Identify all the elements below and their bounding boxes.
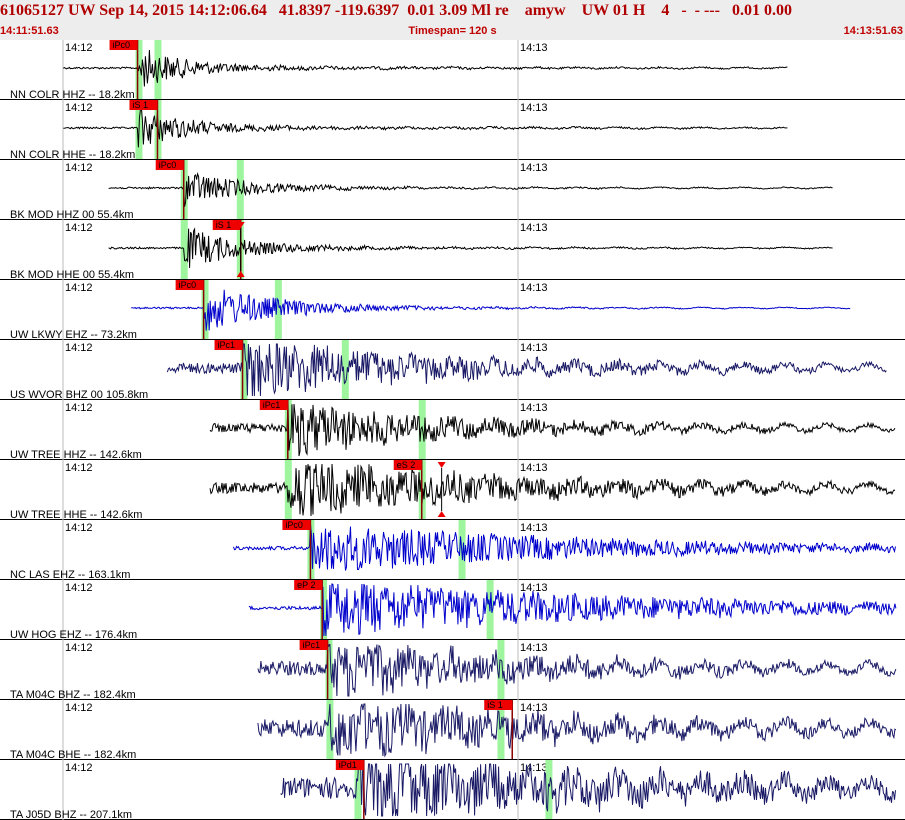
pick-label: iPc0 (179, 280, 197, 290)
time-tick-label: 14:13 (520, 642, 548, 654)
waveform (257, 643, 897, 697)
trace-row[interactable]: 14:12 14:13 eS 2 UW TREE HHE -- 142.6km (0, 460, 905, 521)
trace-row[interactable]: 14:12 14:13 iPc0 UW LKWY EHZ -- 73.2km (0, 280, 905, 341)
trace-row[interactable]: 14:12 14:13 iS 1 NN COLR HHE -- 18.2km (0, 100, 905, 161)
pick-label: iPc0 (285, 520, 303, 530)
waveform (233, 523, 896, 571)
trace-label: UW HOG EHZ -- 176.4km (10, 629, 137, 641)
time-tick-label: 14:12 (65, 342, 93, 354)
phase-window (180, 220, 188, 279)
time-tick-label: 14:12 (65, 522, 93, 534)
time-tick-label: 14:13 (520, 222, 548, 234)
time-tick-label: 14:13 (520, 522, 548, 534)
trace-label: UW LKWY EHZ -- 73.2km (10, 329, 137, 341)
time-tick-label: 14:13 (520, 162, 548, 174)
trace-row[interactable]: 14:12 14:13 iS 1 TA M04C BHE -- 182.4km (0, 700, 905, 761)
pick-label: iS 1 (216, 220, 232, 230)
waveform (209, 463, 896, 517)
time-tick-label: 14:12 (65, 42, 93, 54)
phase-window (497, 640, 505, 699)
pick-label: iS 1 (487, 700, 503, 710)
time-tick-label: 14:13 (520, 102, 548, 114)
waveform (108, 227, 833, 268)
trace-row[interactable]: 14:12 14:13 iPc1 US WVOR BHZ 00 105.8km (0, 340, 905, 401)
time-tick-label: 14:13 (520, 702, 548, 714)
trace-label: UW TREE HHZ -- 142.6km (10, 449, 142, 461)
waveform (257, 703, 897, 758)
pick-label: iPc1 (263, 400, 281, 410)
phase-window (284, 460, 292, 519)
pick-label: iPd1 (339, 760, 357, 770)
time-tick-label: 14:13 (520, 282, 548, 294)
timespan-label: Timespan= 120 s (408, 25, 497, 37)
pick-triangle-top (437, 462, 446, 468)
trace-row[interactable]: 14:12 14:13 eP 2 UW HOG EHZ -- 176.4km (0, 580, 905, 641)
event-title: 61065127 UW Sep 14, 2015 14:12:06.64 41.… (0, 2, 792, 19)
waveform (131, 289, 851, 331)
trace-label: TA J05D BHZ -- 207.1km (10, 809, 132, 820)
pick-label: iPc0 (113, 40, 131, 50)
trace-row[interactable]: 14:12 14:13 iPc0 BK MOD HHZ 00 55.4km (0, 160, 905, 221)
phase-window (545, 760, 553, 819)
time-tick-label: 14:12 (65, 102, 93, 114)
pick-label: iPc0 (159, 160, 177, 170)
time-tick-label: 14:12 (65, 702, 93, 714)
trace-label: BK MOD HHZ 00 55.4km (10, 209, 133, 221)
time-tick-label: 14:12 (65, 402, 93, 414)
time-tick-label: 14:13 (520, 342, 548, 354)
time-tick-label: 14:13 (520, 462, 548, 474)
trace-row[interactable]: 14:12 14:13 iPc1 UW TREE HHZ -- 142.6km (0, 400, 905, 461)
time-tick-label: 14:12 (65, 462, 93, 474)
waveform (63, 106, 788, 148)
pick-label: iS 1 (132, 100, 148, 110)
end-time: 14:13:51.63 (843, 25, 903, 37)
seismogram-viewer: 61065127 UW Sep 14, 2015 14:12:06.64 41.… (0, 0, 905, 820)
time-tick-label: 14:12 (65, 222, 93, 234)
waveform (209, 403, 896, 457)
trace-row[interactable]: 14:12 14:13 iS 1 BK MOD HHE 00 55.4km (0, 220, 905, 281)
time-tick-label: 14:12 (65, 282, 93, 294)
time-tick-label: 14:13 (520, 762, 548, 774)
pick-label: eS 2 (397, 460, 416, 470)
pick-label: eP 2 (297, 580, 315, 590)
trace-row[interactable]: 14:12 14:13 iPc1 TA M04C BHZ -- 182.4km (0, 640, 905, 701)
time-tick-label: 14:13 (520, 582, 548, 594)
time-tick-label: 14:12 (65, 162, 93, 174)
trace-panel[interactable]: 14:12 14:13iPc0NN COLR HHZ -- 18.2km14:12… (0, 40, 905, 820)
pick-label: iPc1 (303, 640, 321, 650)
trace-row[interactable]: 14:12 14:13 iPc0 NC LAS EHZ -- 163.1km (0, 520, 905, 581)
trace-row[interactable]: 14:12 14:13 iPc0 NN COLR HHZ -- 18.2km (0, 40, 905, 101)
trace-label: US WVOR BHZ 00 105.8km (10, 389, 148, 401)
waveform (63, 49, 788, 87)
time-tick-label: 14:12 (65, 582, 93, 594)
pick-triangle-bottom (437, 511, 446, 517)
trace-label: NN COLR HHZ -- 18.2km (10, 89, 135, 101)
waveform (280, 763, 896, 817)
time-tick-label: 14:13 (520, 42, 548, 54)
trace-label: UW TREE HHE -- 142.6km (10, 509, 142, 521)
trace-label: BK MOD HHE 00 55.4km (10, 269, 134, 281)
time-tick-label: 14:12 (65, 642, 93, 654)
trace-row[interactable]: 14:12 14:13 iPd1 TA J05D BHZ -- 207.1km (0, 760, 905, 820)
pick-label: iPc1 (218, 340, 236, 350)
time-tick-label: 14:12 (65, 762, 93, 774)
trace-label: TA M04C BHE -- 182.4km (10, 749, 136, 761)
trace-label: NN COLR HHE -- 18.2km (10, 149, 135, 161)
trace-label: TA M04C BHZ -- 182.4km (10, 689, 136, 701)
time-tick-label: 14:13 (520, 402, 548, 414)
waveform (248, 583, 897, 637)
trace-label: NC LAS EHZ -- 163.1km (10, 569, 130, 581)
waveform (108, 172, 833, 207)
header-bar: 61065127 UW Sep 14, 2015 14:12:06.64 41.… (0, 0, 905, 40)
